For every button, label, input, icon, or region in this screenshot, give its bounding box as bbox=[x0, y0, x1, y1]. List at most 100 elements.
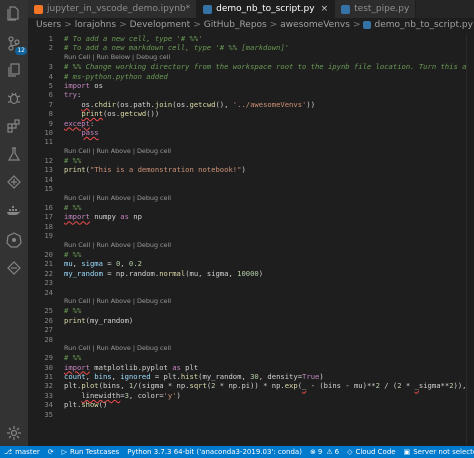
copy-files-icon[interactable] bbox=[5, 61, 23, 79]
codelens-label[interactable]: Run Cell | Run Above | Debug cell bbox=[64, 344, 171, 353]
explorer-icon[interactable] bbox=[5, 4, 23, 22]
codelens-actions[interactable]: Run Cell | Run Above | Debug cell bbox=[28, 194, 466, 203]
code-line[interactable]: 33 linewidth=3, color='y') bbox=[28, 391, 466, 400]
code-text[interactable]: print(my_random) bbox=[64, 316, 133, 325]
close-icon[interactable]: × bbox=[321, 4, 329, 14]
code-text[interactable]: # To add a new cell, type '# %%' bbox=[64, 34, 202, 43]
breadcrumb-item[interactable]: awesomeVenvs bbox=[280, 20, 350, 30]
code-line[interactable]: 18 bbox=[28, 222, 466, 231]
code-text[interactable]: # %% bbox=[64, 353, 81, 362]
code-line[interactable]: 31 count, bins, ignored = plt.hist(my_ran… bbox=[28, 372, 466, 381]
code-text[interactable]: print(os.getcwd()) bbox=[64, 109, 159, 118]
code-line[interactable]: 28 bbox=[28, 335, 466, 344]
codelens-label[interactable]: Run Cell | Run Above | Debug cell bbox=[64, 194, 171, 203]
code-line[interactable]: 5 import os bbox=[28, 81, 466, 90]
code-text[interactable]: count, bins, ignored = plt.hist(my_rando… bbox=[64, 372, 324, 381]
code-line[interactable]: 8 print(os.getcwd()) bbox=[28, 109, 466, 118]
code-line[interactable]: 21 mu, sigma = 0, 0.2 bbox=[28, 259, 466, 268]
kubernetes-icon[interactable] bbox=[5, 231, 23, 249]
code-line[interactable]: 29 # %% bbox=[28, 353, 466, 362]
code-line[interactable]: 25 # %% bbox=[28, 306, 466, 315]
codelens-actions[interactable]: Run Cell | Run Above | Debug cell bbox=[28, 344, 466, 353]
code-line[interactable]: 24 bbox=[28, 288, 466, 297]
codelens-label[interactable]: Run Cell | Run Above | Debug cell bbox=[64, 297, 171, 306]
code-text[interactable]: import numpy as np bbox=[64, 212, 142, 221]
code-text[interactable]: # To add a new markdown cell, type '# %%… bbox=[64, 43, 289, 52]
code-line[interactable]: 32 plt.plot(bins, 1/(sigma * np.sqrt(2 * … bbox=[28, 381, 466, 390]
codelens-actions[interactable]: Run Cell | Run Above | Debug cell bbox=[28, 241, 466, 250]
code-line[interactable]: 26 print(my_random) bbox=[28, 316, 466, 325]
code-text[interactable]: # ms-python.python added bbox=[64, 72, 168, 81]
problems-indicator[interactable]: ⊗ 9 ⚠ 6 bbox=[306, 448, 343, 456]
breadcrumb-item[interactable]: Users bbox=[36, 20, 61, 30]
code-line[interactable]: 14 bbox=[28, 175, 466, 184]
code-text[interactable]: os.chdir(os.path.join(os.getcwd(), '../a… bbox=[64, 100, 315, 109]
code-line[interactable]: 35 bbox=[28, 410, 466, 419]
code-line[interactable]: 9 except: bbox=[28, 119, 466, 128]
code-line[interactable]: 2 # To add a new markdown cell, type '# %… bbox=[28, 43, 466, 52]
code-line[interactable]: 3 # %% Change working directory from the … bbox=[28, 62, 466, 71]
code-line[interactable]: 12 # %% bbox=[28, 156, 466, 165]
breadcrumb-item[interactable]: lorajohns bbox=[75, 20, 116, 30]
debug-icon[interactable] bbox=[5, 89, 23, 107]
codelens-label[interactable]: Run Cell | Run Above | Debug cell bbox=[64, 147, 171, 156]
tab-test-pipe[interactable]: test_pipe.py bbox=[335, 0, 417, 18]
tab-jupyter-notebook[interactable]: jupyter_in_vscode_demo.ipynb* bbox=[28, 0, 198, 18]
code-text[interactable]: print("This is a demonstration notebook!… bbox=[64, 165, 246, 174]
code-text[interactable]: plt.plot(bins, 1/(sigma * np.sqrt(2 * np… bbox=[64, 381, 466, 390]
tab-demo-nb-to-script[interactable]: demo_nb_to_script.py × bbox=[197, 0, 336, 18]
code-text[interactable]: # %% bbox=[64, 250, 81, 259]
python-interpreter[interactable]: Python 3.7.3 64-bit ('anaconda3-2019.03'… bbox=[123, 448, 306, 456]
code-line[interactable]: 11 bbox=[28, 137, 466, 146]
code-text[interactable]: import os bbox=[64, 81, 103, 90]
breadcrumb-item[interactable]: GitHub_Repos bbox=[204, 20, 267, 30]
cloud-code-icon[interactable] bbox=[5, 259, 23, 277]
codelens-actions[interactable]: Run Cell | Run Above | Debug cell bbox=[28, 297, 466, 306]
server-status[interactable]: ▣ Server not selected bbox=[400, 448, 474, 456]
code-text[interactable]: # %% bbox=[64, 203, 81, 212]
codelens-actions[interactable]: Run Cell | Run Below | Debug cell bbox=[28, 53, 466, 62]
breadcrumb-item[interactable]: Development bbox=[130, 20, 191, 30]
code-line[interactable]: 15 bbox=[28, 184, 466, 193]
code-line[interactable]: 22 my_random = np.random.normal(mu, sigma… bbox=[28, 269, 466, 278]
code-text[interactable]: pass bbox=[64, 128, 98, 137]
code-line[interactable]: 13 print("This is a demonstration noteboo… bbox=[28, 165, 466, 174]
source-control-icon[interactable]: 12 bbox=[5, 34, 27, 55]
codelens-label[interactable]: Run Cell | Run Above | Debug cell bbox=[64, 241, 171, 250]
code-text[interactable]: import matplotlib.pyplot as plt bbox=[64, 363, 198, 372]
codelens-actions[interactable]: Run Cell | Run Above | Debug cell bbox=[28, 147, 466, 156]
code-text[interactable]: # %% bbox=[64, 306, 81, 315]
extensions-icon[interactable] bbox=[5, 117, 23, 135]
docker-icon[interactable] bbox=[5, 202, 23, 220]
code-text[interactable]: except: bbox=[64, 119, 94, 128]
editor-scrollbar[interactable] bbox=[466, 34, 474, 446]
code-line[interactable]: 23 bbox=[28, 278, 466, 287]
breadcrumb-item[interactable]: demo_nb_to_script.py bbox=[374, 20, 472, 30]
codelens-label[interactable]: Run Cell | Run Below | Debug cell bbox=[64, 53, 170, 62]
branch-indicator[interactable]: ⎇ master bbox=[0, 448, 44, 456]
code-line[interactable]: 17 import numpy as np bbox=[28, 212, 466, 221]
code-line[interactable]: 34 plt.show() bbox=[28, 400, 466, 409]
code-editor[interactable]: 1 # To add a new cell, type '# %%' 2 # To a… bbox=[28, 34, 466, 446]
code-text[interactable]: linewidth=3, color='y') bbox=[64, 391, 181, 400]
code-text[interactable]: try: bbox=[64, 90, 81, 99]
code-text[interactable]: plt.show() bbox=[64, 400, 107, 409]
code-line[interactable]: 4 # ms-python.python added bbox=[28, 72, 466, 81]
code-text[interactable]: # %% bbox=[64, 156, 81, 165]
settings-gear-icon[interactable] bbox=[5, 424, 23, 442]
code-line[interactable]: 6 try: bbox=[28, 90, 466, 99]
code-text[interactable]: # %% Change working directory from the w… bbox=[64, 62, 466, 71]
code-line[interactable]: 27 bbox=[28, 325, 466, 334]
code-line[interactable]: 20 # %% bbox=[28, 250, 466, 259]
code-line[interactable]: 30 import matplotlib.pyplot as plt bbox=[28, 363, 466, 372]
code-line[interactable]: 7 os.chdir(os.path.join(os.getcwd(), '..… bbox=[28, 100, 466, 109]
code-line[interactable]: 1 # To add a new cell, type '# %%' bbox=[28, 34, 466, 43]
cloud-code-status[interactable]: ◇ Cloud Code bbox=[343, 448, 400, 456]
code-line[interactable]: 10 pass bbox=[28, 128, 466, 137]
run-testcases-button[interactable]: ▷ Run Testcases bbox=[58, 448, 124, 456]
code-line[interactable]: 16 # %% bbox=[28, 203, 466, 212]
remote-icon[interactable] bbox=[5, 173, 23, 191]
code-text[interactable]: mu, sigma = 0, 0.2 bbox=[64, 259, 142, 268]
code-text[interactable]: my_random = np.random.normal(mu, sigma, … bbox=[64, 269, 263, 278]
testing-flask-icon[interactable] bbox=[5, 145, 23, 163]
